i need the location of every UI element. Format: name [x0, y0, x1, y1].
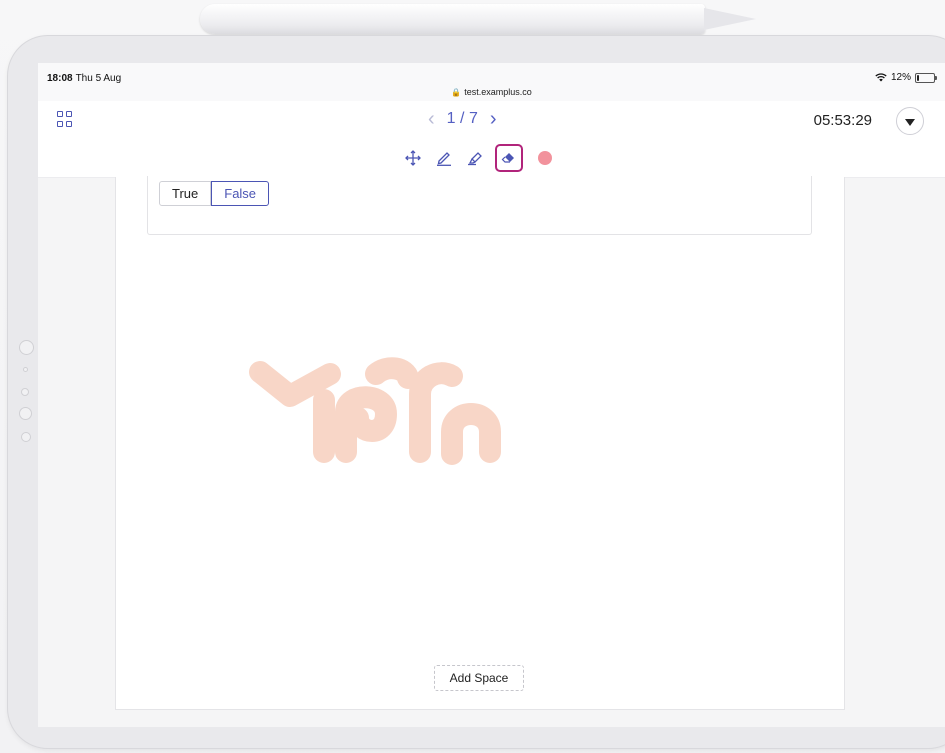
page-indicator: 1 / 7 [447, 110, 478, 128]
move-tool-button[interactable] [402, 147, 424, 169]
highlighter-icon [467, 152, 482, 166]
page-total: 7 [468, 110, 478, 127]
screenshot-stage: 18:08 Thu 5 Aug 🔒 test.examplus.co 12% ‹… [0, 0, 945, 753]
battery-fill [917, 74, 919, 81]
add-space-button[interactable]: Add Space [434, 665, 524, 691]
battery-icon [915, 72, 937, 83]
side-button [19, 340, 34, 355]
ink-color-swatch[interactable] [538, 151, 552, 165]
grid-cell [57, 111, 63, 117]
grid-cell [57, 120, 63, 127]
url-text: test.examplus.co [464, 87, 532, 97]
side-button [21, 432, 31, 442]
app-header: ‹ 1 / 7 › 05:53:29 [38, 101, 945, 178]
status-indicators: 12% [875, 72, 937, 83]
status-time: 18:08 Thu 5 Aug [47, 73, 121, 84]
chevron-right-icon[interactable]: › [490, 109, 497, 129]
ipad-screen: 18:08 Thu 5 Aug 🔒 test.examplus.co 12% ‹… [38, 63, 945, 727]
drawing-toolbar [402, 144, 552, 172]
eraser-tool-button[interactable] [495, 144, 523, 172]
side-button [21, 388, 29, 396]
status-time-value: 18:08 [47, 73, 73, 84]
battery-cap [935, 75, 937, 80]
eraser-icon [501, 153, 514, 163]
side-button [23, 367, 28, 372]
caret-down-icon [905, 118, 915, 126]
true-false-toggle: True False [159, 181, 270, 206]
highlighter-tool-button[interactable] [464, 147, 486, 169]
status-date: Thu 5 Aug [75, 73, 122, 84]
chevron-left-icon[interactable]: ‹ [428, 109, 435, 129]
pen-tool-button[interactable] [433, 147, 455, 169]
address-bar[interactable]: 🔒 test.examplus.co [38, 87, 945, 97]
page-current: 1 [446, 110, 456, 127]
lock-icon: 🔒 [451, 88, 462, 97]
move-icon [405, 150, 421, 166]
watermark-logo [249, 357, 501, 465]
wifi-icon [875, 73, 887, 82]
answer-page[interactable]: True False Add Space [115, 176, 845, 710]
pen-icon [437, 152, 451, 166]
apple-pencil [200, 4, 705, 34]
grid-cell [66, 120, 72, 127]
grid-icon[interactable] [57, 111, 73, 127]
page-navigator: ‹ 1 / 7 › [428, 109, 497, 129]
option-false-button[interactable]: False [211, 181, 270, 206]
page-separator: / [460, 110, 465, 127]
status-bar: 18:08 Thu 5 Aug 🔒 test.examplus.co 12% [38, 63, 945, 102]
option-true-button[interactable]: True [159, 181, 212, 206]
apple-pencil-tip [704, 8, 756, 30]
menu-dropdown-button[interactable] [896, 107, 924, 135]
side-button [19, 407, 32, 420]
question-card: True False [147, 176, 812, 235]
battery-percent: 12% [890, 72, 911, 83]
grid-cell [66, 111, 72, 117]
exam-timer: 05:53:29 [813, 112, 872, 129]
